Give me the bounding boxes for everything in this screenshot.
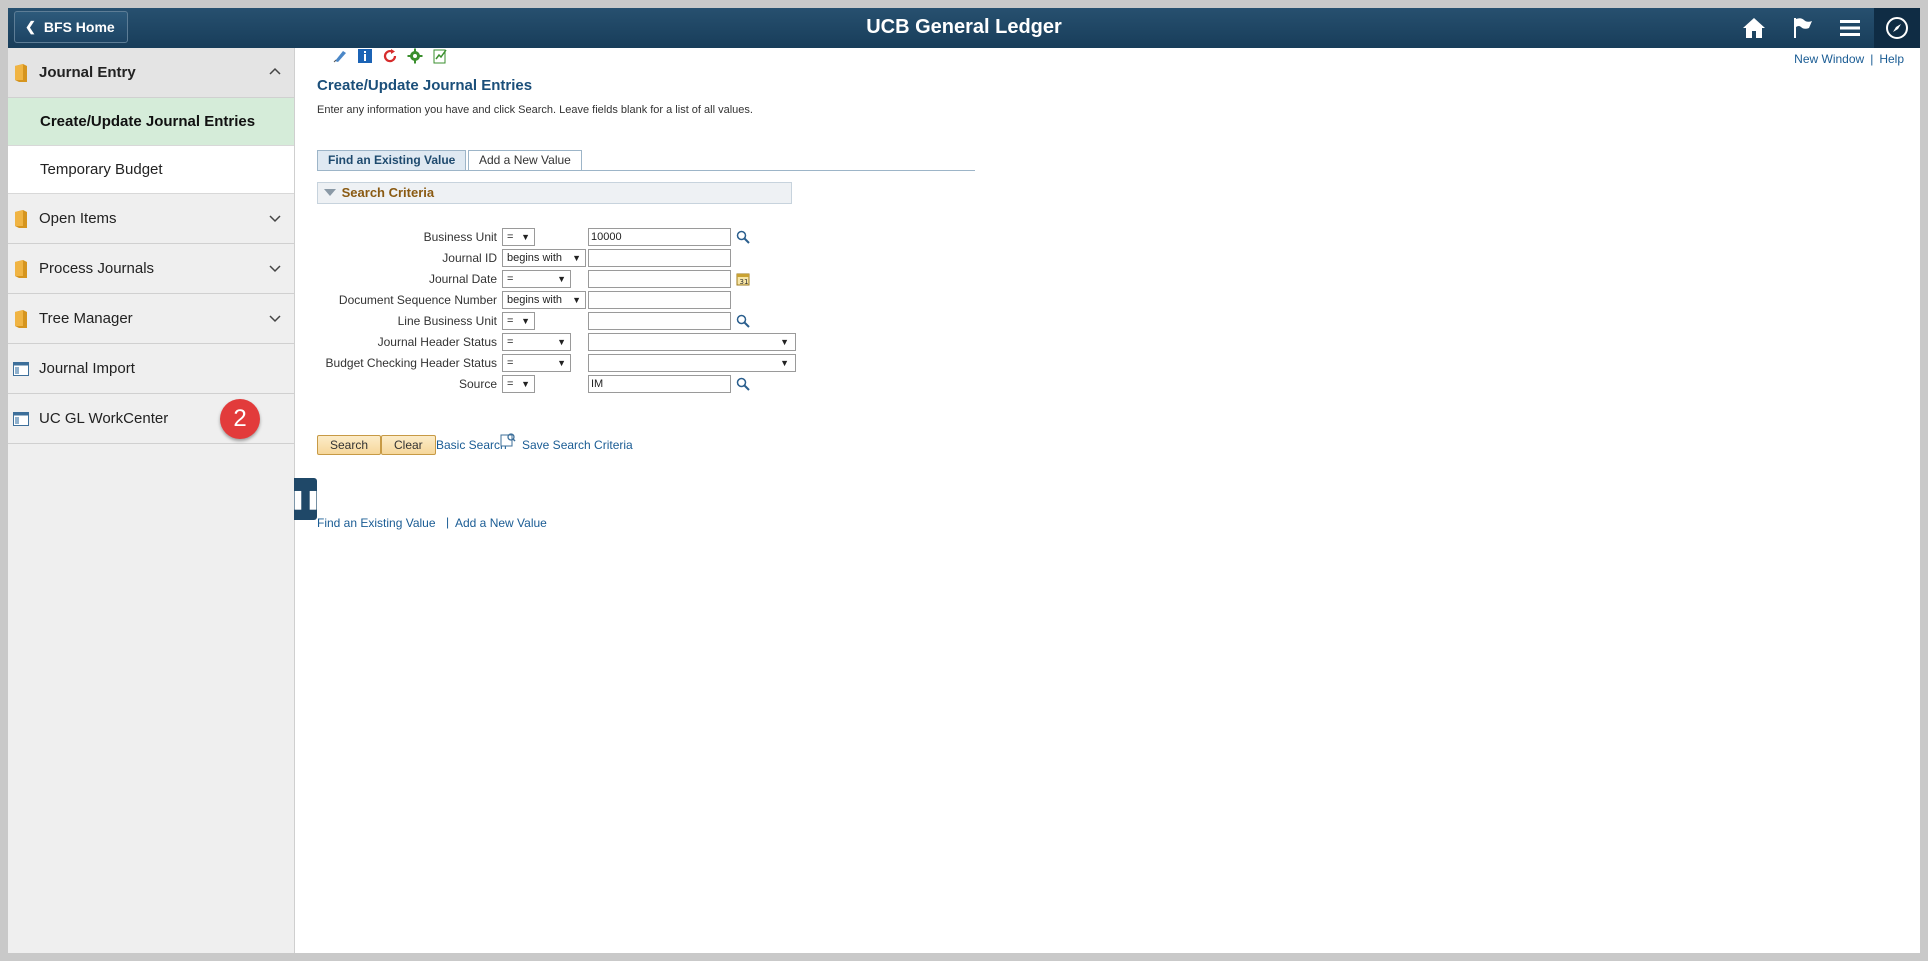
budget-checking-header-status-select[interactable]: ▼ (588, 354, 796, 372)
top-banner: ❮ BFS Home UCB General Ledger (8, 8, 1920, 48)
folder-icon (15, 309, 27, 328)
bottom-add-new-value-link[interactable]: Add a New Value (455, 516, 547, 530)
new-window-link[interactable]: New Window (1794, 52, 1864, 66)
chevron-down-icon (269, 265, 281, 273)
sidebar-item-label: Create/Update Journal Entries (40, 113, 256, 130)
source-operator-select[interactable]: = ▼ (502, 375, 535, 393)
sidebar-item-temporary-budget[interactable]: Temporary Budget (8, 146, 294, 194)
sidebar-item-create-update-journal-entries[interactable]: Create/Update Journal Entries (8, 98, 294, 146)
business-unit-input[interactable]: 10000 (588, 228, 731, 246)
menu-icon[interactable] (1826, 8, 1874, 48)
line-business-unit-operator-select[interactable]: = ▼ (502, 312, 535, 330)
journal-date-input[interactable] (588, 270, 731, 288)
sidebar-item-process-journals[interactable]: Process Journals (8, 244, 294, 294)
notify-icon[interactable] (332, 48, 348, 64)
basic-search-link[interactable]: Basic Search (436, 438, 507, 452)
calendar-icon[interactable]: 31 (736, 272, 750, 286)
folder-icon (15, 259, 27, 278)
field-label: Journal Date (428, 272, 497, 286)
field-label: Journal Header Status (377, 335, 497, 349)
document-sequence-number-input[interactable] (588, 291, 731, 309)
clear-button[interactable]: Clear (381, 435, 436, 455)
sidebar-item-label: Tree Manager (39, 310, 133, 327)
link-separator: | (446, 515, 450, 529)
search-lookup-icon[interactable] (736, 314, 750, 328)
link-separator: | (1870, 52, 1874, 66)
field-row-line-business-unit: Line Business Unit = ▼ (296, 312, 996, 330)
field-row-business-unit: Business Unit = ▼ 10000 (296, 228, 996, 246)
line-business-unit-input[interactable] (588, 312, 731, 330)
field-label: Journal ID (442, 251, 497, 265)
budget-checking-status-operator-select[interactable]: = ▼ (502, 354, 571, 372)
sidebar-item-label: Journal Entry (39, 64, 136, 81)
document-sequence-operator-select[interactable]: begins with ▼ (502, 291, 586, 309)
save-search-icon[interactable] (500, 432, 516, 448)
top-links: New Window | Help (1794, 52, 1904, 66)
collapse-triangle-icon (324, 189, 336, 196)
navbar-compass-icon[interactable] (1874, 8, 1920, 48)
home-icon[interactable] (1730, 8, 1778, 48)
refresh-icon[interactable] (382, 48, 398, 64)
field-row-journal-header-status: Journal Header Status = ▼ ▼ (296, 333, 996, 351)
app-window: ❮ BFS Home UCB General Ledger Journal En… (8, 8, 1920, 953)
main-content: New Window | Help Create/Update Journal En… (296, 48, 1920, 953)
journal-id-operator-select[interactable]: begins with ▼ (502, 249, 586, 267)
sidebar-item-tree-manager[interactable]: Tree Manager (8, 294, 294, 344)
field-row-journal-date: Journal Date = ▼ 31 (296, 270, 996, 288)
folder-icon (15, 63, 27, 82)
journal-id-input[interactable] (588, 249, 731, 267)
journal-header-status-select[interactable]: ▼ (588, 333, 796, 351)
report-icon[interactable] (432, 48, 448, 64)
tab-find-existing-value[interactable]: Find an Existing Value (317, 150, 467, 170)
field-row-source: Source = ▼ IM (296, 375, 996, 393)
page-icon (13, 411, 29, 426)
instructions-text: Enter any information you have and click… (317, 104, 753, 116)
search-button[interactable]: Search (317, 435, 382, 455)
folder-icon (15, 209, 27, 228)
sidebar-item-label: UC GL WorkCenter (39, 410, 169, 427)
page-title: Create/Update Journal Entries (317, 77, 533, 94)
field-label: Source (458, 377, 497, 391)
gear-icon[interactable] (407, 48, 423, 64)
sidebar-item-label: Journal Import (39, 360, 135, 377)
save-search-criteria-link[interactable]: Save Search Criteria (522, 438, 633, 452)
field-row-journal-id: Journal ID begins with ▼ (296, 249, 996, 267)
step-callout-badge: 2 (220, 399, 260, 439)
chevron-down-icon (269, 315, 281, 323)
sidebar-item-label: Open Items (39, 210, 117, 227)
sidebar-item-open-items[interactable]: Open Items (8, 194, 294, 244)
info-icon[interactable] (357, 48, 373, 64)
help-link[interactable]: Help (1879, 52, 1904, 66)
journal-header-status-operator-select[interactable]: = ▼ (502, 333, 571, 351)
search-lookup-icon[interactable] (736, 377, 750, 391)
source-input[interactable]: IM (588, 375, 731, 393)
field-row-budget-checking-header-status: Budget Checking Header Status = ▼ ▼ (296, 354, 996, 372)
sidebar-item-label: Process Journals (39, 260, 155, 277)
search-criteria-header[interactable]: Search Criteria (317, 182, 792, 204)
field-label: Document Sequence Number (338, 293, 497, 307)
bottom-find-existing-value-link[interactable]: Find an Existing Value (317, 516, 436, 530)
search-tabs: Find an Existing Value Add a New Value (317, 150, 975, 171)
svg-text:31: 31 (740, 278, 749, 286)
sidebar-item-uc-gl-workcenter[interactable]: UC GL WorkCenter 2 (8, 394, 294, 444)
field-row-document-sequence-number: Document Sequence Number begins with ▼ (296, 291, 996, 309)
page-toolbar (332, 48, 448, 64)
flag-icon[interactable] (1778, 8, 1826, 48)
tab-add-new-value[interactable]: Add a New Value (468, 150, 582, 170)
page-icon (13, 361, 29, 376)
chevron-down-icon (269, 215, 281, 223)
app-title: UCB General Ledger (866, 16, 1062, 38)
sidebar-item-journal-import[interactable]: Journal Import (8, 344, 294, 394)
journal-date-operator-select[interactable]: = ▼ (502, 270, 571, 288)
sidebar-item-label: Temporary Budget (40, 161, 163, 178)
field-label: Budget Checking Header Status (325, 356, 497, 370)
chevron-up-icon (269, 67, 281, 75)
business-unit-operator-select[interactable]: = ▼ (502, 228, 535, 246)
sidebar-item-journal-entry[interactable]: Journal Entry (8, 48, 294, 98)
field-label: Business Unit (423, 230, 497, 244)
search-lookup-icon[interactable] (736, 230, 750, 244)
search-criteria-title: Search Criteria (341, 185, 435, 200)
left-nav-panel: Journal Entry Create/Update Journal Entr… (8, 48, 295, 953)
field-label: Line Business Unit (397, 314, 497, 328)
